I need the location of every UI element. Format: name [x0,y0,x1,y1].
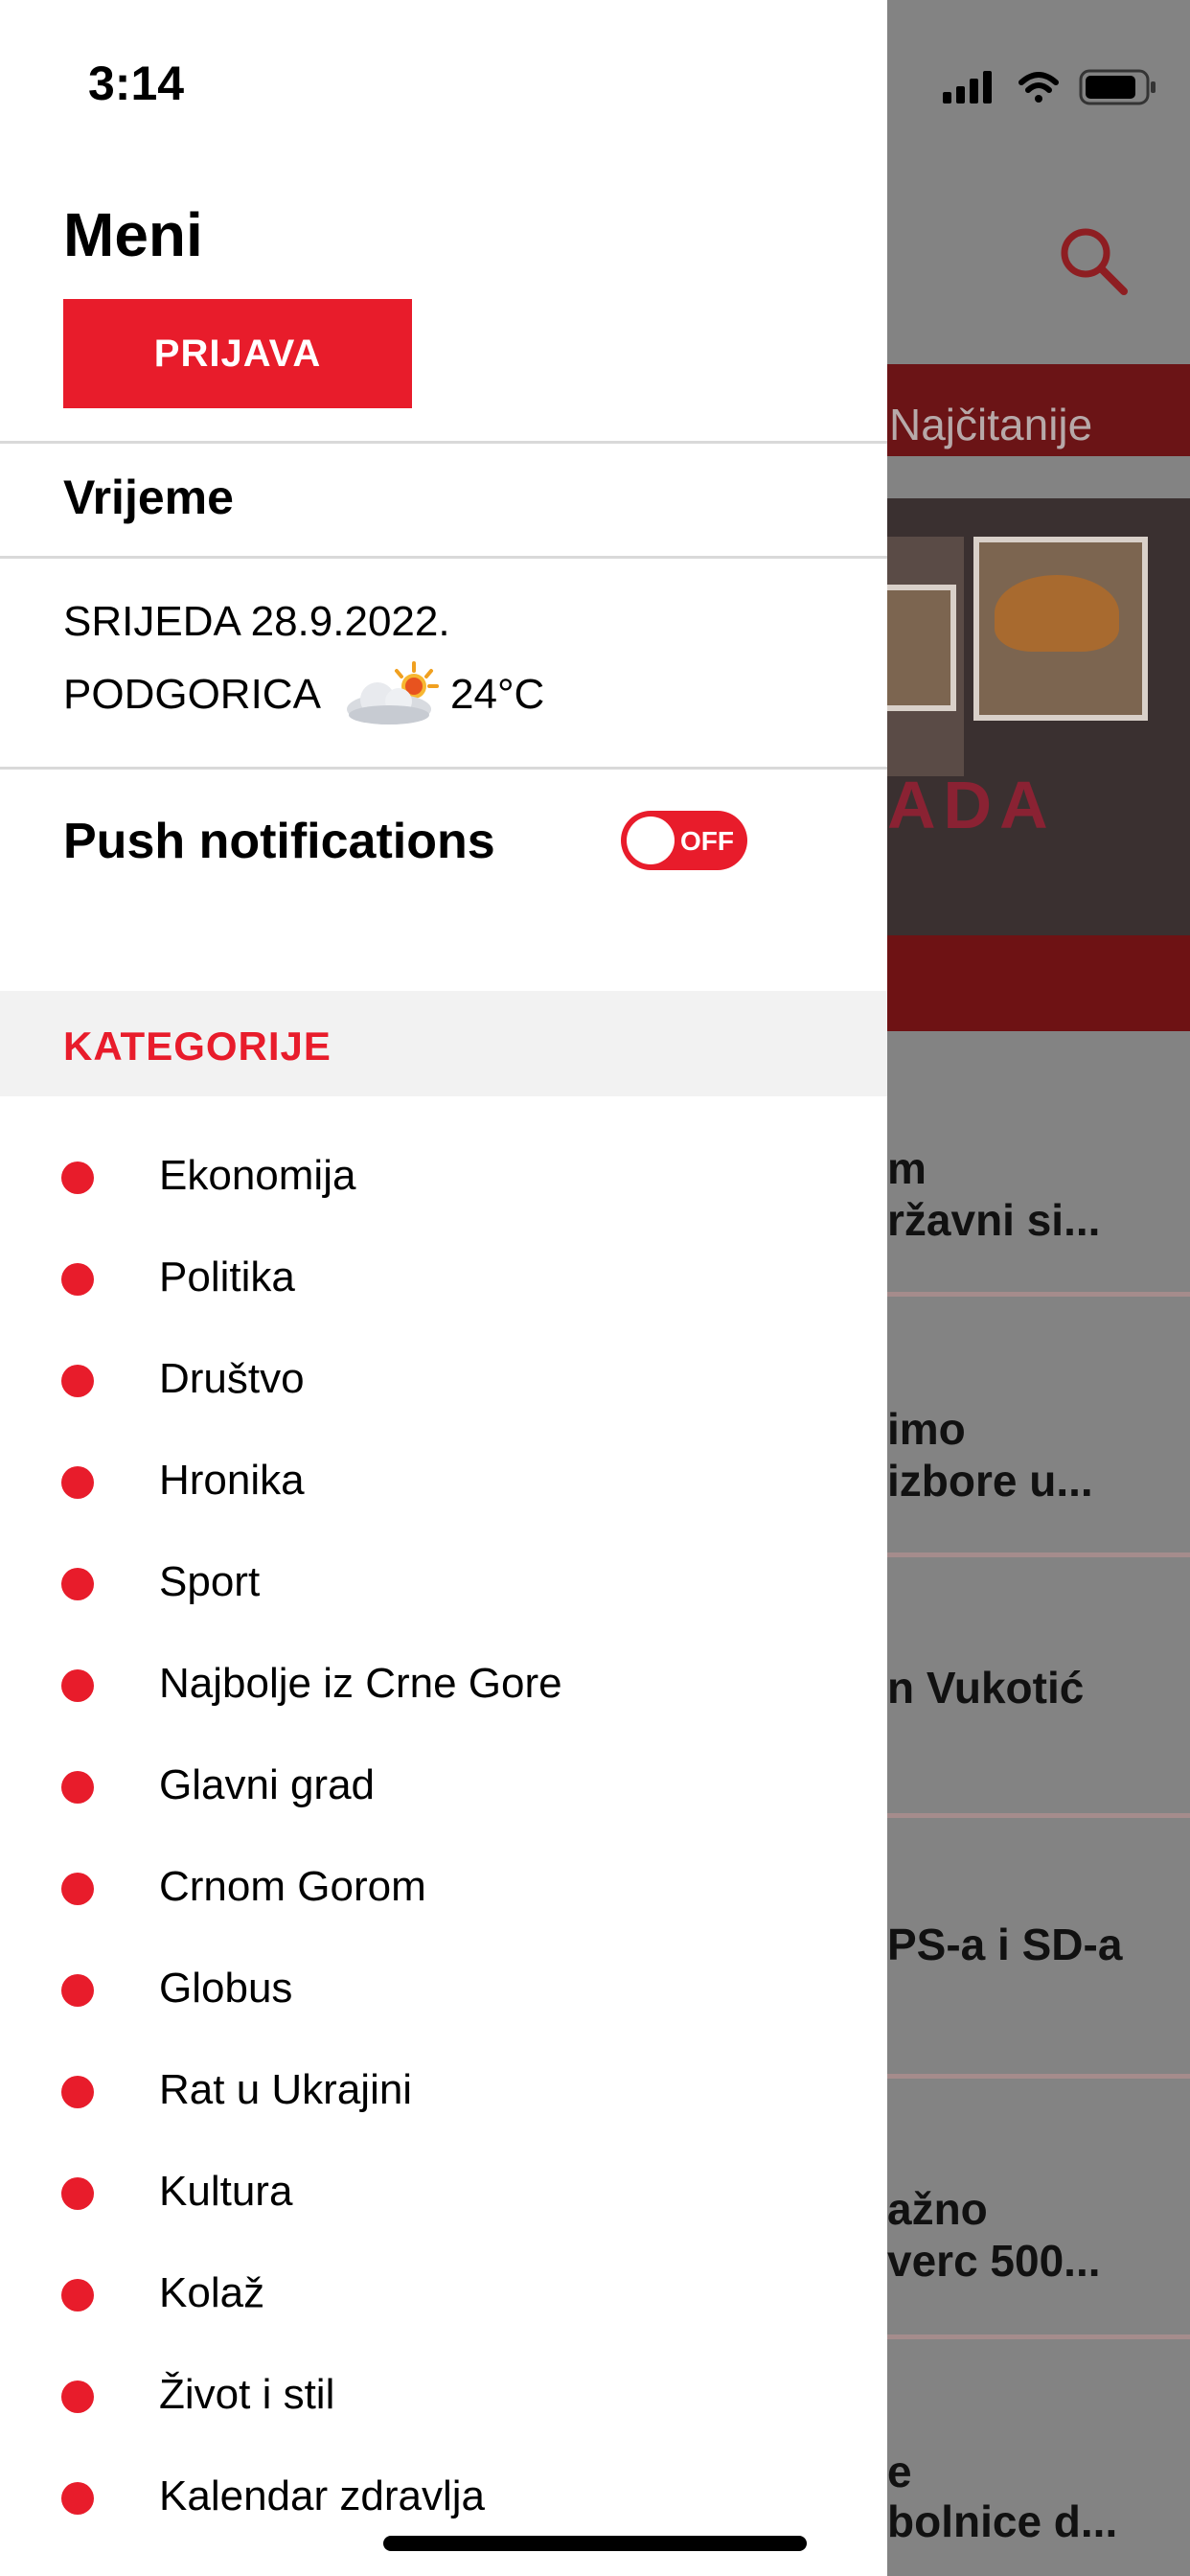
bullet-icon [61,1263,94,1296]
category-label: Društvo [159,1355,305,1402]
background-article[interactable]: n Vukotić [887,1556,1190,1818]
login-button[interactable]: PRIJAVA [63,299,412,408]
category-label: Sport [159,1558,261,1605]
category-label: Rat u Ukrajini [159,2066,413,2113]
cellular-signal-icon [943,71,992,104]
background-hero-brand: ADA [887,768,1056,842]
status-bar-indicators [939,63,1159,107]
category-label: Crnom Gorom [159,1863,426,1910]
menu-title: Meni [63,200,203,269]
category-label: Život i stil [159,2371,335,2418]
bullet-icon [61,1162,94,1194]
category-item[interactable]: Glavni grad [0,1733,887,1834]
bullet-icon [61,1568,94,1600]
category-label: Ekonomija [159,1152,356,1199]
category-item[interactable]: Politika [0,1225,887,1326]
menu-drawer: 3:14 Meni PRIJAVA Vrijeme SRIJEDA 28.9.2… [0,0,887,2576]
push-notifications-toggle[interactable]: OFF [621,811,747,870]
toggle-knob [627,816,675,864]
category-item[interactable]: Kalendar zdravlja [0,2444,887,2545]
category-item[interactable]: Život i stil [0,2342,887,2444]
bullet-icon [61,1466,94,1499]
background-article[interactable]: PS-a i SD-a [887,1817,1190,2079]
bullet-icon [61,1873,94,1905]
category-label: Glavni grad [159,1761,376,1808]
background-article[interactable]: imo izbore u... [887,1296,1190,1557]
bullet-icon [61,2380,94,2413]
category-label: Kultura [159,2168,293,2215]
category-label: Hronika [159,1457,305,1504]
search-icon[interactable] [1055,222,1132,299]
bullet-icon [61,2482,94,2515]
category-item[interactable]: Kultura [0,2139,887,2241]
push-notifications-label: Push notifications [63,814,495,869]
background-article[interactable]: m ržavni si... [887,1035,1190,1297]
bullet-icon [61,1669,94,1702]
weather-heading: Vrijeme [63,471,234,524]
category-item[interactable]: Sport [0,1530,887,1631]
bullet-icon [61,1365,94,1397]
category-item[interactable]: Rat u Ukrajini [0,2037,887,2139]
divider [0,556,887,559]
home-indicator[interactable] [383,2536,807,2551]
category-item[interactable]: Globus [0,1936,887,2037]
divider [0,441,887,444]
weather-city: PODGORICA [63,671,321,718]
category-item[interactable]: Hronika [0,1428,887,1530]
category-label: Kalendar zdravlja [159,2472,485,2519]
category-label: Politika [159,1254,295,1300]
category-label: Najbolje iz Crne Gore [159,1660,562,1707]
bullet-icon [61,2279,94,2312]
status-bar-time: 3:14 [88,57,185,110]
tab-most-read[interactable]: Najčitanije [889,399,1092,450]
category-label: Kolaž [159,2269,265,2316]
weather-date: SRIJEDA 28.9.2022. [63,598,450,645]
battery-icon [1079,69,1156,105]
divider [0,767,887,770]
background-app: Najčitanije ADA m ržavni si... imo izbor… [887,0,1190,2576]
partly-cloudy-sun-icon [347,661,439,724]
background-hero-image[interactable]: ADA [887,498,1190,935]
toggle-state-label: OFF [680,826,734,856]
categories-title: KATEGORIJE [63,1024,332,1069]
category-label: Globus [159,1965,293,2012]
category-item[interactable]: Najbolje iz Crne Gore [0,1631,887,1733]
background-article[interactable]: e bolnice d... [887,2338,1190,2576]
bullet-icon [61,2076,94,2108]
category-item[interactable]: Crnom Gorom [0,1834,887,1936]
background-article[interactable]: ažno verc 500... [887,2078,1190,2339]
background-red-bar [887,935,1190,1031]
bullet-icon [61,2177,94,2210]
category-item[interactable]: Društvo [0,1326,887,1428]
bullet-icon [61,1771,94,1804]
wifi-icon [1018,72,1059,103]
category-item[interactable]: Ekonomija [0,1123,887,1225]
bullet-icon [61,1974,94,2007]
category-item[interactable]: Kolaž [0,2241,887,2342]
weather-temperature: 24°C [450,671,545,718]
